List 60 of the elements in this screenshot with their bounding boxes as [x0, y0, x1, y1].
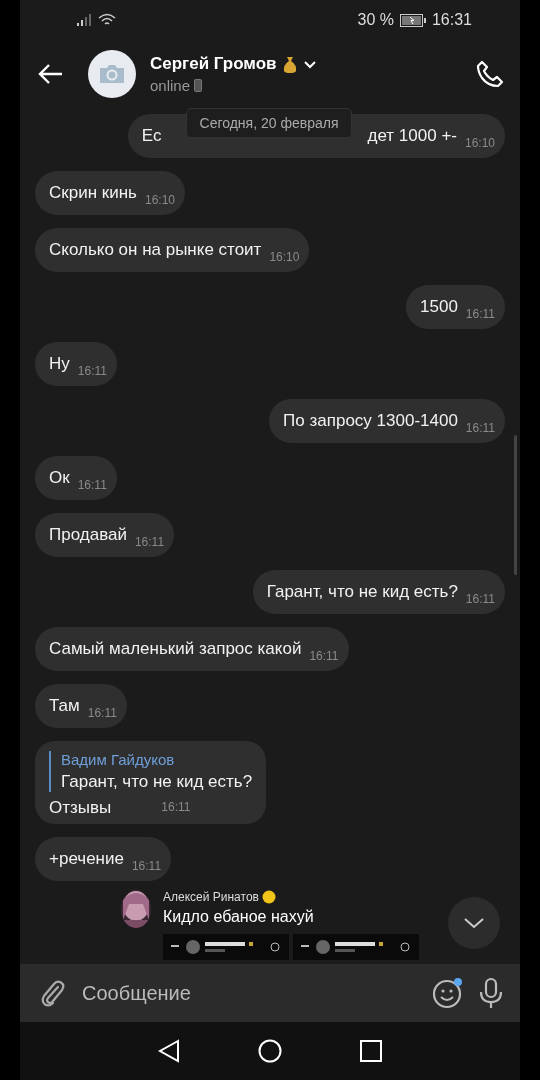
- message-time: 16:11: [77, 364, 107, 378]
- scroll-down-button[interactable]: [448, 897, 500, 949]
- avatar[interactable]: [88, 50, 136, 98]
- clock: 16:31: [431, 11, 472, 29]
- message-time: 16:10: [269, 250, 300, 264]
- recents-nav-icon[interactable]: [360, 1040, 382, 1062]
- message-input[interactable]: Сообщение: [80, 972, 418, 1014]
- message-text: Гарант, что не кид есть?: [266, 582, 458, 602]
- battery-icon: [399, 13, 426, 27]
- emoji-icon[interactable]: [432, 977, 464, 1009]
- message-text: дет 1000 +-: [367, 126, 457, 146]
- message-time: 16:10: [464, 136, 495, 150]
- quote-author: Вадим Гайдуков: [61, 751, 176, 768]
- message-time: 16:11: [77, 478, 107, 492]
- message-time: 16:11: [87, 706, 117, 720]
- chevron-down-icon[interactable]: [302, 59, 317, 69]
- phone-device-icon: [194, 79, 203, 92]
- message-text: Ок: [49, 468, 70, 488]
- emoji-icon: [261, 890, 276, 904]
- message-time: 16:11: [131, 859, 162, 873]
- message-time: 16:11: [309, 649, 339, 663]
- chevron-down-icon: [463, 917, 485, 929]
- message-text: 1500: [420, 297, 458, 317]
- battery-percent: 30 %: [357, 11, 394, 29]
- message-time: 16:11: [465, 307, 495, 321]
- money-bag-icon: [282, 55, 297, 73]
- arrow-left-icon: [38, 63, 64, 85]
- message-time: 16:11: [161, 800, 191, 814]
- sender-name: Алексей Ринатов: [163, 890, 259, 904]
- date-badge: Сегодня, 20 февраля: [186, 108, 352, 138]
- camera-icon: [99, 64, 125, 84]
- message-text: Там: [49, 696, 80, 716]
- composer-bar[interactable]: Сообщение: [20, 964, 520, 1022]
- message-text: Продавай: [49, 525, 127, 545]
- back-button[interactable]: [38, 63, 64, 85]
- message-time: 16:11: [134, 535, 165, 549]
- microphone-icon[interactable]: [478, 977, 504, 1009]
- message-text: Отзывы: [49, 798, 112, 818]
- message-text: Ну: [49, 354, 70, 374]
- message-text: По запросу 1300-1400: [283, 411, 458, 431]
- back-nav-icon[interactable]: [158, 1039, 180, 1063]
- message-time: 16:11: [465, 421, 495, 435]
- home-nav-icon[interactable]: [258, 1039, 282, 1063]
- message-text: Ес: [141, 126, 162, 146]
- message-time: 16:11: [465, 592, 495, 606]
- quote-text: Гарант, что не кид есть?: [61, 772, 253, 792]
- message-text: Сколько он на рынке стоит: [49, 240, 262, 260]
- message-text: Самый маленький запрос какой: [49, 639, 302, 659]
- phone-icon: [476, 60, 504, 88]
- attach-icon[interactable]: [40, 979, 66, 1007]
- online-status: online: [150, 77, 191, 94]
- wifi-icon: [98, 13, 116, 27]
- message-text: +речение: [49, 849, 124, 869]
- signal-icon: [76, 14, 92, 26]
- contact-name[interactable]: Сергей Громов: [150, 54, 277, 74]
- scrollbar[interactable]: [514, 435, 517, 575]
- call-button[interactable]: [476, 60, 504, 88]
- message-text: Кидло ебаное нахуй: [163, 908, 315, 926]
- message-time: 16:10: [144, 193, 175, 207]
- message-text: Скрин кинь: [49, 183, 137, 203]
